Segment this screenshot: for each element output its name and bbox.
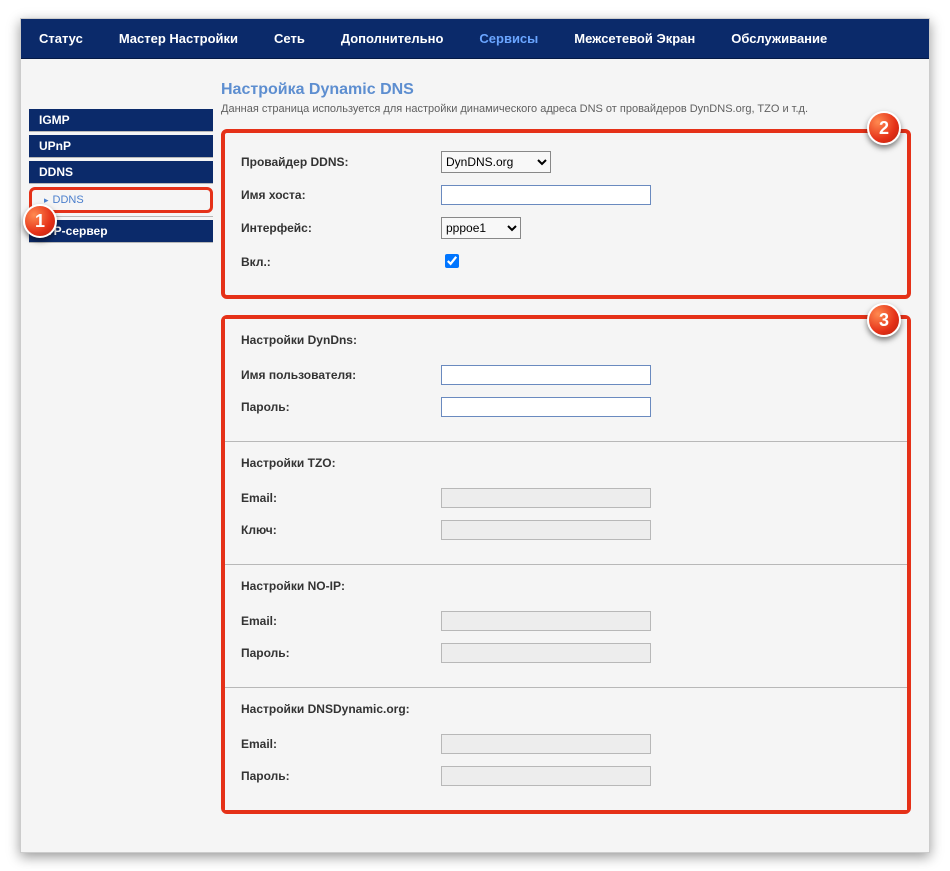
section-noip: Настройки NO-IP: Email: Пароль: <box>225 565 907 688</box>
app-shell: 1 2 3 Статус Мастер Настройки Сеть Допол… <box>20 18 930 853</box>
panel-provider-settings: Настройки DynDns: Имя пользователя: Паро… <box>221 315 911 814</box>
section-tzo: Настройки TZO: Email: Ключ: <box>225 442 907 565</box>
section-title-tzo: Настройки TZO: <box>241 456 891 470</box>
section-dyndns: Настройки DynDns: Имя пользователя: Паро… <box>225 319 907 442</box>
select-interface[interactable]: pppoe1 <box>441 217 521 239</box>
input-hostname[interactable] <box>441 185 651 205</box>
select-provider[interactable]: DynDNS.org <box>441 151 551 173</box>
section-dnsdynamic: Настройки DNSDynamic.org: Email: Пароль: <box>225 688 907 810</box>
checkbox-enable[interactable] <box>445 254 459 268</box>
input-noip-pass <box>441 643 651 663</box>
label-provider: Провайдер DDNS: <box>241 145 441 179</box>
sidebar-item-ddns[interactable]: DDNS <box>29 161 213 184</box>
nav-network[interactable]: Сеть <box>256 19 323 59</box>
annotation-badge-1: 1 <box>23 204 57 238</box>
label-hostname: Имя хоста: <box>241 179 441 211</box>
label-dnsd-pass: Пароль: <box>241 760 441 792</box>
label-interface: Интерфейс: <box>241 211 441 245</box>
label-dyndns-pass: Пароль: <box>241 391 441 423</box>
sidebar: IGMP UPnP DDNS DDNS FTP-сервер <box>21 59 221 852</box>
nav-status[interactable]: Статус <box>21 19 101 59</box>
input-dyndns-pass[interactable] <box>441 397 651 417</box>
label-tzo-key: Ключ: <box>241 514 441 546</box>
section-title-noip: Настройки NO-IP: <box>241 579 891 593</box>
label-noip-pass: Пароль: <box>241 637 441 669</box>
label-tzo-email: Email: <box>241 482 441 514</box>
sidebar-sub-ddns[interactable]: DDNS <box>29 187 213 213</box>
sidebar-item-igmp[interactable]: IGMP <box>29 109 213 132</box>
top-nav: Статус Мастер Настройки Сеть Дополнитель… <box>21 19 929 59</box>
sidebar-item-upnp[interactable]: UPnP <box>29 135 213 158</box>
section-title-dnsdynamic: Настройки DNSDynamic.org: <box>241 702 891 716</box>
section-title-dyndns: Настройки DynDns: <box>241 333 891 347</box>
label-enable: Вкл.: <box>241 245 441 279</box>
input-noip-email <box>441 611 651 631</box>
label-dnsd-email: Email: <box>241 728 441 760</box>
panel-ddns-main: Провайдер DDNS: DynDNS.org Имя хоста: <box>221 129 911 299</box>
nav-maintenance[interactable]: Обслуживание <box>713 19 845 59</box>
input-tzo-email <box>441 488 651 508</box>
page-title: Настройка Dynamic DNS <box>221 81 911 99</box>
input-dnsd-pass <box>441 766 651 786</box>
content-area: Настройка Dynamic DNS Данная страница ис… <box>221 59 929 852</box>
nav-firewall[interactable]: Межсетевой Экран <box>556 19 713 59</box>
annotation-badge-3: 3 <box>867 303 901 337</box>
input-dyndns-user[interactable] <box>441 365 651 385</box>
input-tzo-key <box>441 520 651 540</box>
label-dyndns-user: Имя пользователя: <box>241 359 441 391</box>
page-description: Данная страница используется для настрой… <box>221 103 911 115</box>
nav-services[interactable]: Сервисы <box>461 19 556 59</box>
annotation-badge-2: 2 <box>867 111 901 145</box>
input-dnsd-email <box>441 734 651 754</box>
form-main: Провайдер DDNS: DynDNS.org Имя хоста: <box>241 145 891 279</box>
nav-advanced[interactable]: Дополнительно <box>323 19 462 59</box>
nav-wizard[interactable]: Мастер Настройки <box>101 19 256 59</box>
label-noip-email: Email: <box>241 605 441 637</box>
